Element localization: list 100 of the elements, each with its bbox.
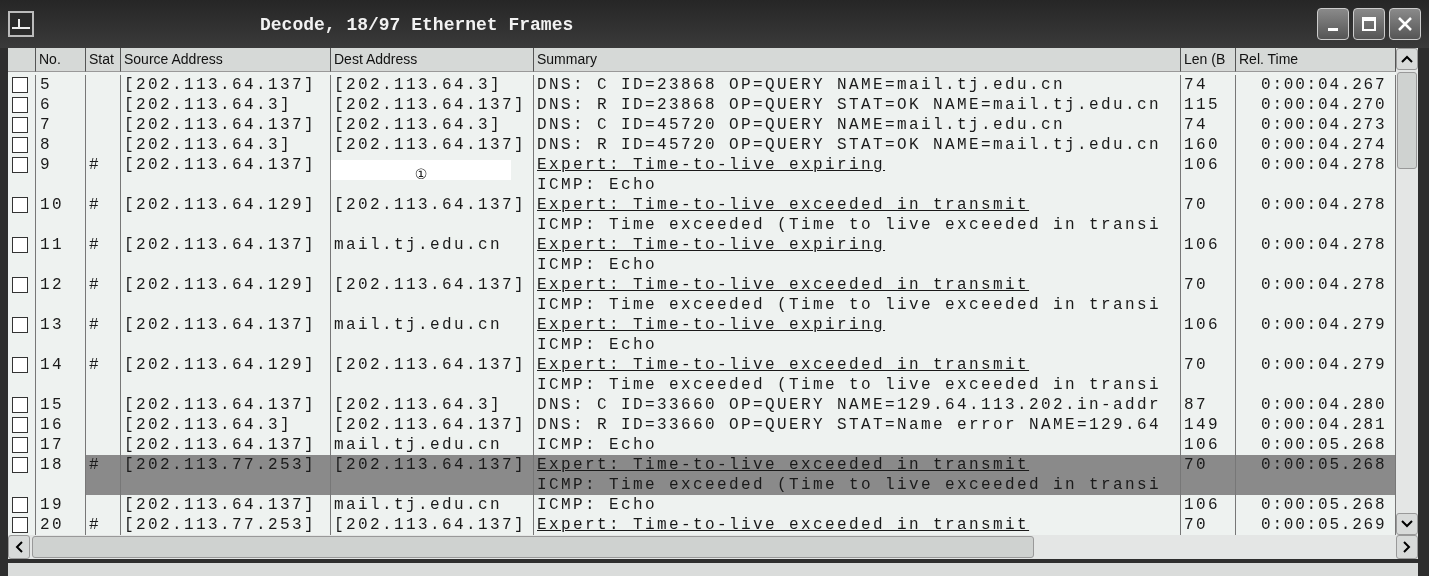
row-checkbox[interactable]: [12, 397, 28, 413]
minimize-icon: [1328, 27, 1338, 31]
summary-line: ICMP: Echo: [537, 495, 657, 515]
summary-line: ICMP: Echo: [537, 255, 657, 275]
source-address: [202.113.64.3]: [124, 135, 293, 155]
column-header[interactable]: Rel. Time: [1236, 48, 1396, 72]
row-checkbox[interactable]: [12, 117, 28, 133]
row-checkbox[interactable]: [12, 457, 28, 473]
waveform-icon: [8, 11, 34, 37]
scroll-up-button[interactable]: [1396, 48, 1418, 70]
status-mark: #: [89, 515, 101, 535]
frame-number: 10: [40, 195, 64, 215]
dest-address: [202.113.64.137]: [334, 95, 527, 115]
source-address: [202.113.64.129]: [124, 275, 317, 295]
frame-length: 70: [1184, 195, 1208, 215]
row-checkbox[interactable]: [12, 317, 28, 333]
frame-length: 74: [1184, 75, 1208, 95]
frame-number: 6: [40, 95, 52, 115]
scroll-thumb[interactable]: [32, 536, 1034, 558]
source-address: [202.113.64.3]: [124, 95, 293, 115]
dest-address: mail.tj.edu.cn: [334, 315, 503, 335]
row-checkbox[interactable]: [12, 97, 28, 113]
scroll-thumb[interactable]: [1397, 72, 1417, 169]
frame-number: 17: [40, 435, 64, 455]
row-checkbox[interactable]: [12, 77, 28, 93]
maximize-button[interactable]: [1353, 8, 1385, 40]
relative-time: 0:00:04.273: [1260, 115, 1387, 135]
summary-line: DNS: R ID=23868 OP=QUERY STAT=OK NAME=mail.tj.edu.cn: [537, 95, 1162, 115]
source-address: [202.113.64.129]: [124, 355, 317, 375]
frame-length: 106: [1184, 435, 1220, 455]
scroll-left-button[interactable]: [8, 535, 30, 559]
frame-length: 70: [1184, 515, 1208, 535]
source-address: [202.113.64.137]: [124, 395, 317, 415]
row-checkbox[interactable]: [12, 437, 28, 453]
frame-number: 12: [40, 275, 64, 295]
frame-number: 15: [40, 395, 64, 415]
frame-number: 5: [40, 75, 52, 95]
window-title: Decode, 18/97 Ethernet Frames: [260, 15, 574, 35]
source-address: [202.113.64.129]: [124, 195, 317, 215]
vertical-scrollbar[interactable]: [1396, 48, 1418, 535]
row-checkbox[interactable]: [12, 357, 28, 373]
minimize-button[interactable]: [1317, 8, 1349, 40]
chevron-down-icon: [1401, 520, 1413, 528]
summary-line: DNS: C ID=23868 OP=QUERY NAME=mail.tj.edu.cn: [537, 75, 1066, 95]
relative-time: 0:00:04.281: [1260, 415, 1387, 435]
row-checkbox[interactable]: [12, 517, 28, 533]
summary-line: ICMP: Time exceeded (Time to live exceeded in transi: [537, 295, 1162, 315]
column-header[interactable]: Stat: [86, 48, 121, 72]
dest-address: [202.113.64.137]: [334, 195, 527, 215]
row-checkbox[interactable]: [12, 237, 28, 253]
summary-line: DNS: C ID=33660 OP=QUERY NAME=129.64.113.202.in-addr: [537, 395, 1162, 415]
dest-address: [202.113.64.137]: [334, 135, 527, 155]
horizontal-scrollbar[interactable]: [8, 535, 1418, 559]
summary-line: Expert: Time-to-live exceeded in transmit: [537, 455, 1030, 475]
row-checkbox[interactable]: [12, 497, 28, 513]
column-header[interactable]: Summary: [534, 48, 1181, 72]
frame-number: 20: [40, 515, 64, 535]
summary-line: DNS: R ID=45720 OP=QUERY STAT=OK NAME=mail.tj.edu.cn: [537, 135, 1162, 155]
summary-line: DNS: C ID=45720 OP=QUERY NAME=mail.tj.edu.cn: [537, 115, 1066, 135]
frame-length: 74: [1184, 115, 1208, 135]
source-address: [202.113.64.137]: [124, 435, 317, 455]
frame-number: 13: [40, 315, 64, 335]
dest-address: [202.113.64.137]: [334, 275, 527, 295]
row-checkbox[interactable]: [12, 197, 28, 213]
status-mark: #: [89, 355, 101, 375]
chevron-up-icon: [1401, 55, 1413, 63]
frame-length: 106: [1184, 235, 1220, 255]
row-checkbox[interactable]: [12, 137, 28, 153]
frame-length: 160: [1184, 135, 1220, 155]
row-checkbox[interactable]: [12, 157, 28, 173]
status-mark: #: [89, 155, 101, 175]
relative-time: 0:00:04.267: [1260, 75, 1387, 95]
summary-line: Expert: Time-to-live expiring: [537, 155, 886, 175]
scroll-down-button[interactable]: [1396, 513, 1418, 535]
frame-length: 70: [1184, 355, 1208, 375]
row-checkbox[interactable]: [12, 277, 28, 293]
source-address: [202.113.77.253]: [124, 455, 317, 475]
source-address: [202.113.64.3]: [124, 415, 293, 435]
summary-line: ICMP: Echo: [537, 175, 657, 195]
dest-address: mail.tj.edu.cn: [334, 495, 503, 515]
scroll-right-button[interactable]: [1396, 535, 1418, 559]
column-header[interactable]: Source Address: [121, 48, 331, 72]
relative-time: 0:00:04.278: [1260, 275, 1387, 295]
relative-time: 0:00:05.268: [1260, 435, 1387, 455]
summary-line: ICMP: Time exceeded (Time to live exceeded in transi: [537, 215, 1162, 235]
column-header[interactable]: No.: [36, 48, 86, 72]
summary-line: Expert: Time-to-live exceeded in transmit: [537, 515, 1030, 535]
frame-number: 14: [40, 355, 64, 375]
chevron-right-icon: [1403, 541, 1411, 553]
row-checkbox[interactable]: [12, 417, 28, 433]
close-button[interactable]: [1389, 8, 1421, 40]
frame-length: 87: [1184, 395, 1208, 415]
column-header[interactable]: Len (B: [1181, 48, 1236, 72]
frame-number: 9: [40, 155, 52, 175]
frame-number: 18: [40, 455, 64, 475]
column-header[interactable]: Dest Address: [331, 48, 534, 72]
source-address: [202.113.77.253]: [124, 515, 317, 535]
frame-length: 106: [1184, 495, 1220, 515]
relative-time: 0:00:04.279: [1260, 315, 1387, 335]
relative-time: 0:00:05.268: [1260, 455, 1387, 475]
